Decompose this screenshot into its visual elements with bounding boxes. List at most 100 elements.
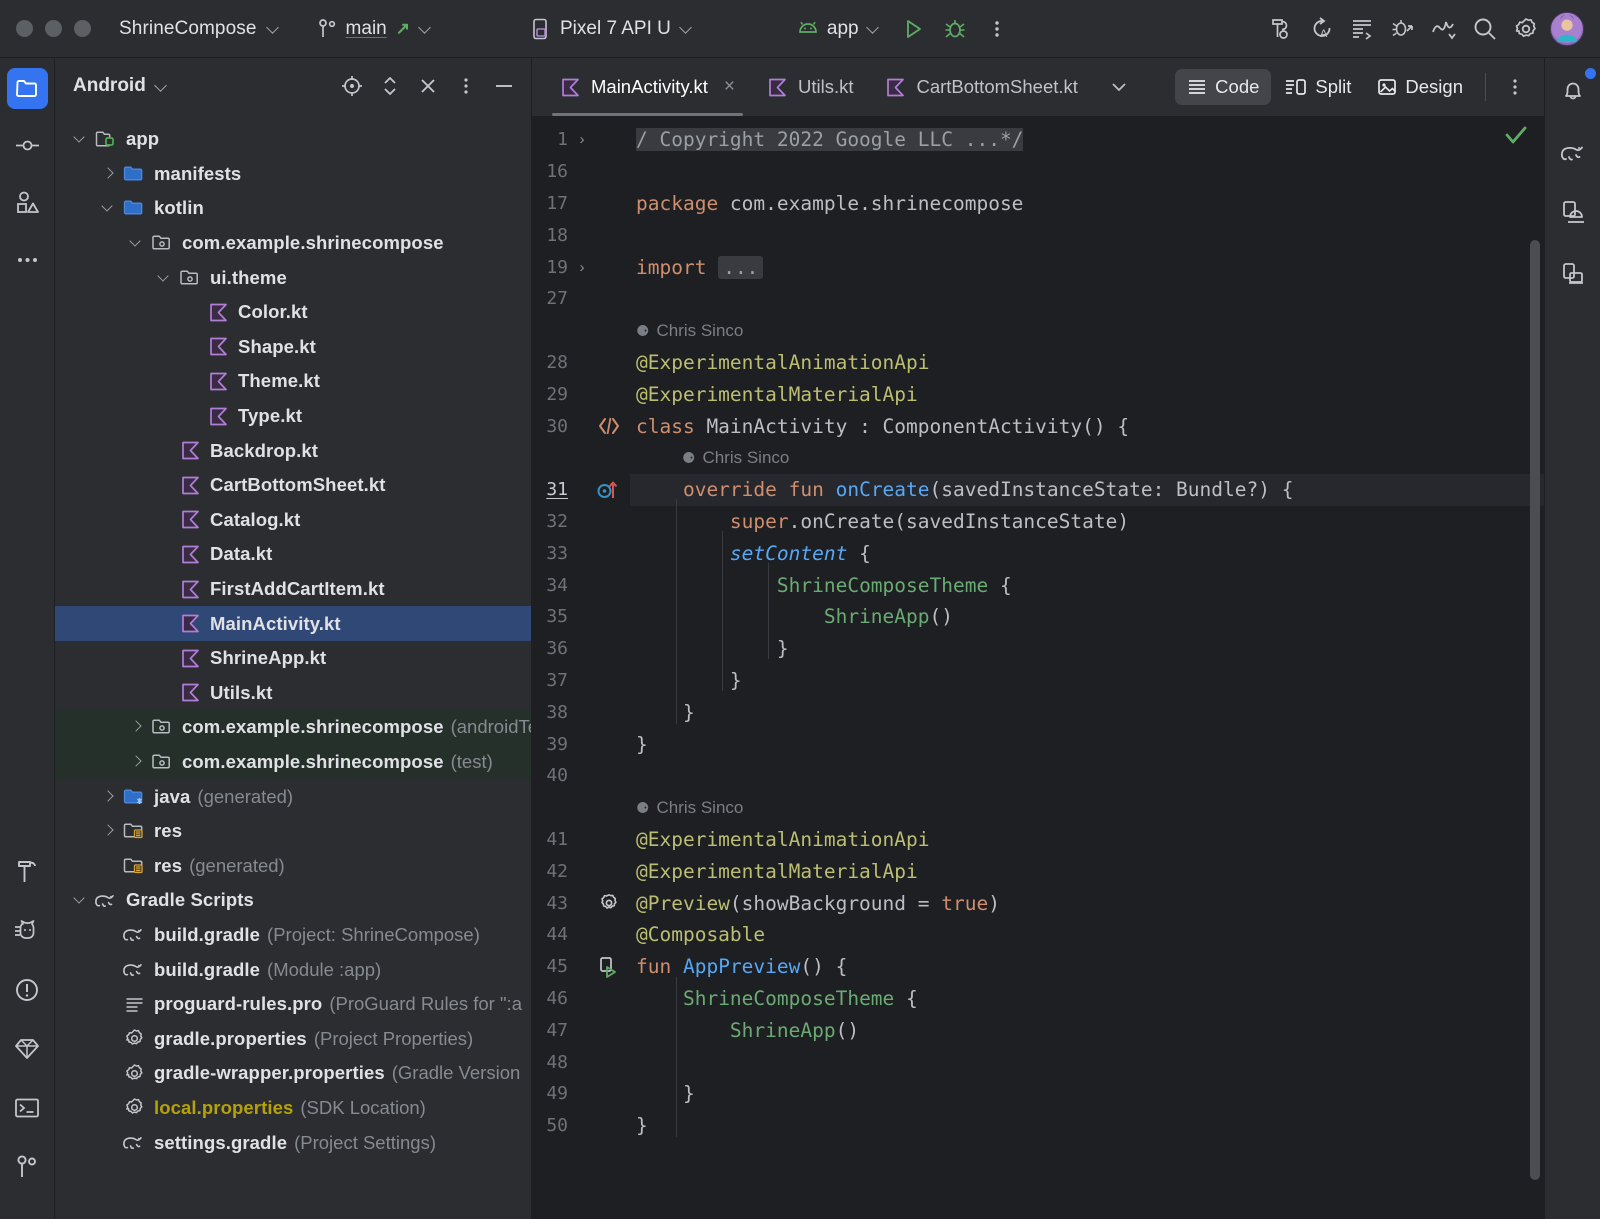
- device-selector[interactable]: Pixel 7 API U: [532, 18, 693, 40]
- gutter-line[interactable]: 41: [532, 824, 630, 856]
- tree-item[interactable]: settings.gradle (Project Settings): [55, 1125, 531, 1160]
- sidebar-item-version-control[interactable]: [7, 1146, 48, 1187]
- code-line[interactable]: ShrineApp(): [630, 1014, 1544, 1046]
- sidebar-item-device-manager[interactable]: [1552, 192, 1593, 233]
- code-line[interactable]: class MainActivity : ComponentActivity()…: [630, 410, 1544, 442]
- hide-panel-icon[interactable]: [487, 69, 521, 103]
- gutter-line[interactable]: 43: [532, 887, 630, 919]
- gutter-line[interactable]: 17: [532, 188, 630, 220]
- tree-item[interactable]: build.gradle (Project: ShrineCompose): [55, 918, 531, 953]
- tree-item[interactable]: gradle.properties (Project Properties): [55, 1021, 531, 1056]
- tree-item[interactable]: app: [55, 122, 531, 157]
- gutter-line[interactable]: 29: [532, 378, 630, 410]
- chevron-right-icon[interactable]: [95, 826, 121, 836]
- build-hammer-icon[interactable]: [1261, 10, 1299, 48]
- sidebar-item-build[interactable]: [7, 851, 48, 892]
- tree-item[interactable]: res: [55, 814, 531, 849]
- override-method-icon[interactable]: [596, 479, 622, 501]
- close-window-button[interactable]: [16, 20, 33, 37]
- more-vertical-icon[interactable]: [978, 10, 1016, 48]
- sidebar-item-more[interactable]: [7, 239, 48, 280]
- view-mode-split[interactable]: Split: [1273, 69, 1363, 105]
- tree-item[interactable]: com.example.shrinecompose: [55, 226, 531, 261]
- gutter-line[interactable]: 50: [532, 1110, 630, 1142]
- editor-options-more-vertical-icon[interactable]: [1496, 68, 1534, 106]
- expand-collapse-icon[interactable]: [373, 69, 407, 103]
- code-line[interactable]: }: [630, 696, 1544, 728]
- gutter-line[interactable]: 48: [532, 1046, 630, 1078]
- sync-gradle-icon[interactable]: A: [1302, 10, 1340, 48]
- sidebar-item-project[interactable]: [6, 68, 48, 109]
- debug-bug-icon[interactable]: [936, 10, 974, 48]
- chevron-down-icon[interactable]: [95, 203, 121, 213]
- editor-vertical-scrollbar[interactable]: [1530, 162, 1540, 1209]
- editor-tab-cartbottomsheet-kt[interactable]: CartBottomSheet.kt: [869, 58, 1093, 116]
- sidebar-item-app-quality-insights[interactable]: [7, 1028, 48, 1069]
- code-line[interactable]: ShrineComposeTheme {: [630, 983, 1544, 1015]
- gutter-line[interactable]: [532, 442, 630, 474]
- select-opened-file-icon[interactable]: [335, 69, 369, 103]
- sidebar-item-resource-manager[interactable]: [7, 182, 48, 223]
- gear-icon[interactable]: [1507, 10, 1545, 48]
- code-line[interactable]: [630, 1046, 1544, 1078]
- code-bracket-icon[interactable]: [596, 415, 622, 437]
- code-line[interactable]: }: [630, 728, 1544, 760]
- gutter-line[interactable]: 36: [532, 633, 630, 665]
- tree-item[interactable]: ui.theme: [55, 260, 531, 295]
- scrollbar-thumb[interactable]: [1530, 240, 1540, 1180]
- gutter-line[interactable]: 49: [532, 1078, 630, 1110]
- tree-item[interactable]: Theme.kt: [55, 364, 531, 399]
- avatar[interactable]: [1548, 10, 1586, 48]
- code-line[interactable]: @ExperimentalMaterialApi: [630, 378, 1544, 410]
- attach-debugger-icon[interactable]: [1384, 10, 1422, 48]
- sidebar-item-problems[interactable]: [7, 969, 48, 1010]
- tree-item[interactable]: Catalog.kt: [55, 503, 531, 538]
- inspection-status-checkmark-ok-icon[interactable]: [1504, 124, 1528, 146]
- code-line[interactable]: [630, 156, 1544, 188]
- sidebar-item-terminal[interactable]: [7, 1087, 48, 1128]
- tree-item[interactable]: CartBottomSheet.kt: [55, 468, 531, 503]
- code-line[interactable]: super .onCreate(savedInstanceState): [630, 506, 1544, 538]
- gutter-line[interactable]: 47: [532, 1014, 630, 1046]
- gutter-line[interactable]: 38: [532, 696, 630, 728]
- code-line[interactable]: }: [630, 665, 1544, 697]
- code-line[interactable]: }: [630, 633, 1544, 665]
- code-line[interactable]: @Composable: [630, 919, 1544, 951]
- sidebar-item-logcat[interactable]: [7, 910, 48, 951]
- run-configuration-selector[interactable]: app: [797, 18, 880, 40]
- panel-options-icon[interactable]: [449, 69, 483, 103]
- run-play-icon[interactable]: [894, 10, 932, 48]
- gutter-line[interactable]: [532, 792, 630, 824]
- code-line[interactable]: / Copyright 2022 Google LLC ...*/: [630, 124, 1544, 156]
- gutter-line[interactable]: 46: [532, 983, 630, 1015]
- editor-gutter[interactable]: 1 › 16 17 18 19 › 27 28 29 30 31 32 33 34 35 36 37 38 39 40 4…: [532, 116, 630, 1219]
- code-line[interactable]: @Preview (showBackground = true): [630, 887, 1544, 919]
- chevron-down-icon[interactable]: [151, 273, 177, 283]
- fold-chevron-right-icon[interactable]: ›: [574, 259, 590, 276]
- close-tab-icon[interactable]: ×: [724, 76, 735, 98]
- branch-selector[interactable]: main ↗: [318, 18, 432, 40]
- chevron-right-icon[interactable]: [123, 722, 149, 732]
- editor-tab-utils-kt[interactable]: Utils.kt: [751, 58, 870, 116]
- gutter-line[interactable]: 40: [532, 760, 630, 792]
- tree-item[interactable]: FirstAddCartItem.kt: [55, 572, 531, 607]
- tree-item[interactable]: manifests: [55, 157, 531, 192]
- chevron-right-icon[interactable]: [95, 792, 121, 802]
- code-line[interactable]: @ExperimentalMaterialApi: [630, 855, 1544, 887]
- tree-item[interactable]: com.example.shrinecompose (test): [55, 744, 531, 780]
- tree-item[interactable]: Type.kt: [55, 399, 531, 434]
- view-mode-code[interactable]: Code: [1175, 69, 1272, 105]
- gutter-line[interactable]: 16: [532, 156, 630, 188]
- logcat-icon[interactable]: [1343, 10, 1381, 48]
- code-line[interactable]: ShrineComposeTheme {: [630, 569, 1544, 601]
- profiler-icon[interactable]: [1425, 10, 1463, 48]
- tree-item[interactable]: local.properties (SDK Location): [55, 1091, 531, 1126]
- view-mode-design[interactable]: Design: [1365, 69, 1475, 105]
- gutter-line[interactable]: 32: [532, 506, 630, 538]
- code-line[interactable]: @ExperimentalAnimationApi: [630, 347, 1544, 379]
- tree-item[interactable]: Backdrop.kt: [55, 433, 531, 468]
- code-line[interactable]: package com.example.shrinecompose: [630, 188, 1544, 220]
- gutter-line[interactable]: 31: [532, 474, 630, 506]
- tree-item[interactable]: kotlin: [55, 191, 531, 226]
- tree-item[interactable]: com.example.shrinecompose (androidTest): [55, 710, 531, 745]
